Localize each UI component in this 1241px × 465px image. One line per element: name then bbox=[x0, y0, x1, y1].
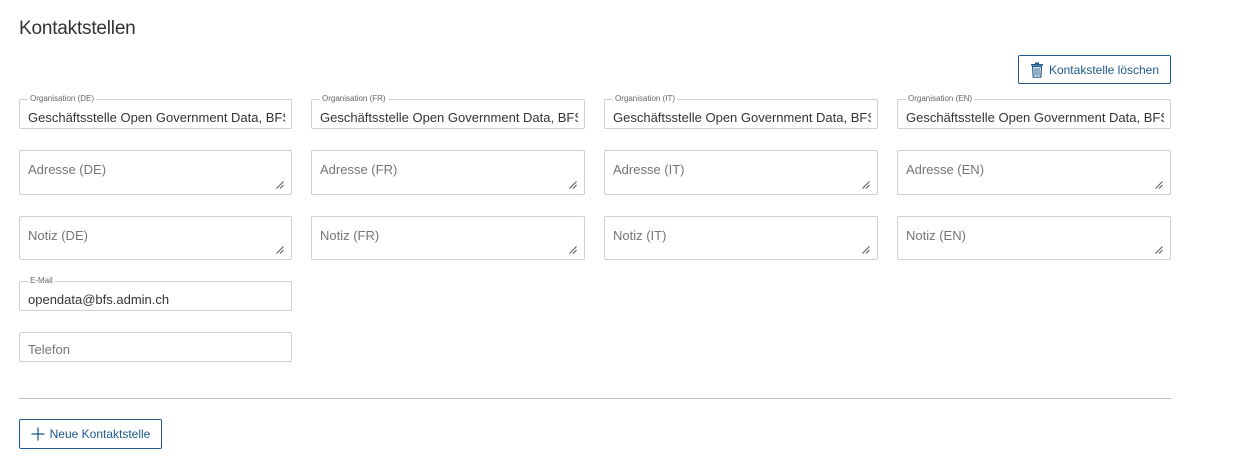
organisation-fr-field[interactable]: Organisation (FR) Geschäftsstelle Open G… bbox=[311, 94, 585, 129]
delete-contact-label: Kontakstelle löschen bbox=[1048, 62, 1160, 77]
adresse-fr-textarea[interactable]: Adresse (FR) bbox=[311, 150, 585, 195]
organisation-de-field[interactable]: Organisation (DE) Geschäftsstelle Open G… bbox=[19, 94, 292, 129]
plus-icon bbox=[31, 427, 45, 441]
email-field[interactable]: E-Mail opendata@bfs.admin.ch bbox=[19, 276, 292, 311]
resize-handle-icon[interactable] bbox=[1155, 246, 1163, 254]
organisation-fr-value: Geschäftsstelle Open Government Data, BF… bbox=[320, 110, 578, 125]
organisation-it-value: Geschäftsstelle Open Government Data, BF… bbox=[613, 110, 871, 125]
resize-handle-icon[interactable] bbox=[862, 181, 870, 189]
notiz-fr-textarea[interactable]: Notiz (FR) bbox=[311, 216, 585, 260]
notiz-en-placeholder: Notiz (EN) bbox=[906, 228, 966, 243]
organisation-fr-label: Organisation (FR) bbox=[320, 94, 388, 104]
adresse-fr-placeholder: Adresse (FR) bbox=[320, 162, 398, 177]
new-contact-label: Neue Kontaktstelle bbox=[49, 427, 151, 441]
new-contact-button[interactable]: Neue Kontaktstelle bbox=[19, 419, 162, 449]
adresse-de-textarea[interactable]: Adresse (DE) bbox=[19, 150, 292, 195]
resize-handle-icon[interactable] bbox=[569, 181, 577, 189]
section-divider bbox=[19, 398, 1171, 399]
notiz-it-textarea[interactable]: Notiz (IT) bbox=[604, 216, 878, 260]
organisation-it-field[interactable]: Organisation (IT) Geschäftsstelle Open G… bbox=[604, 94, 878, 129]
adresse-it-placeholder: Adresse (IT) bbox=[613, 162, 685, 177]
page-title: Kontaktstellen bbox=[19, 18, 136, 39]
resize-handle-icon[interactable] bbox=[1155, 181, 1163, 189]
adresse-de-placeholder: Adresse (DE) bbox=[28, 162, 107, 177]
notiz-fr-placeholder: Notiz (FR) bbox=[320, 228, 380, 243]
notiz-de-placeholder: Notiz (DE) bbox=[28, 228, 88, 243]
organisation-en-value: Geschäftsstelle Open Government Data, BF… bbox=[906, 110, 1164, 125]
notiz-en-textarea[interactable]: Notiz (EN) bbox=[897, 216, 1171, 260]
email-label: E-Mail bbox=[28, 276, 55, 286]
trash-icon bbox=[1030, 62, 1044, 78]
organisation-de-value: Geschäftsstelle Open Government Data, BF… bbox=[28, 110, 285, 125]
notiz-it-placeholder: Notiz (IT) bbox=[613, 228, 667, 243]
organisation-en-field[interactable]: Organisation (EN) Geschäftsstelle Open G… bbox=[897, 94, 1171, 129]
telefon-field[interactable]: Telefon bbox=[19, 332, 292, 362]
organisation-en-label: Organisation (EN) bbox=[906, 94, 975, 104]
delete-contact-button[interactable]: Kontakstelle löschen bbox=[1018, 55, 1171, 84]
adresse-en-placeholder: Adresse (EN) bbox=[906, 162, 985, 177]
organisation-it-label: Organisation (IT) bbox=[613, 94, 678, 104]
resize-handle-icon[interactable] bbox=[569, 246, 577, 254]
notiz-de-textarea[interactable]: Notiz (DE) bbox=[19, 216, 292, 260]
resize-handle-icon[interactable] bbox=[862, 246, 870, 254]
telefon-placeholder: Telefon bbox=[28, 342, 70, 357]
organisation-de-label: Organisation (DE) bbox=[28, 94, 97, 104]
email-value: opendata@bfs.admin.ch bbox=[28, 292, 170, 307]
adresse-it-textarea[interactable]: Adresse (IT) bbox=[604, 150, 878, 195]
resize-handle-icon[interactable] bbox=[276, 246, 284, 254]
resize-handle-icon[interactable] bbox=[276, 181, 284, 189]
adresse-en-textarea[interactable]: Adresse (EN) bbox=[897, 150, 1171, 195]
